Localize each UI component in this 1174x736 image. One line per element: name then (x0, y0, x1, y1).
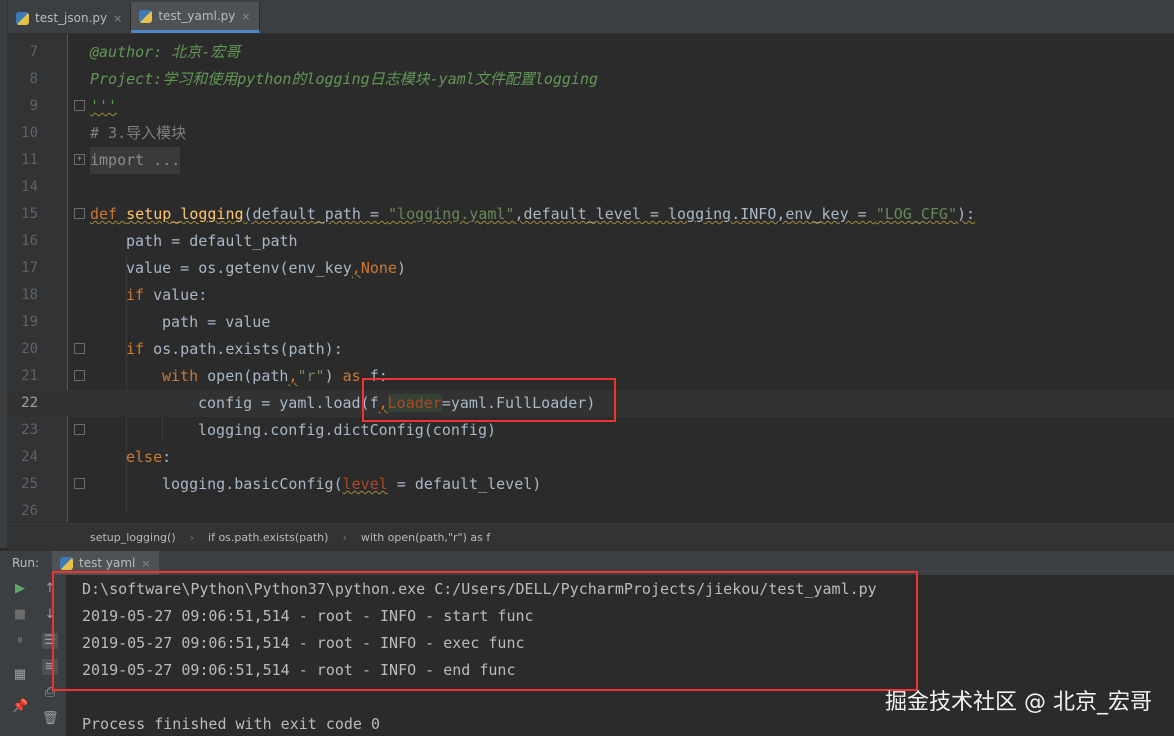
code-line[interactable]: 19 path = value (8, 309, 1174, 336)
code-text: Project:学习和使用python的logging日志模块-yaml文件配置… (90, 70, 599, 88)
fold-marker-icon[interactable] (74, 343, 85, 354)
code-text: else: (126, 448, 172, 466)
code-line[interactable]: 15 def setup_logging(default_path = "log… (8, 201, 1174, 228)
line-number: 19 (21, 314, 38, 330)
code-text: if os.path.exists(path): (126, 340, 343, 358)
line-number: 11 (21, 152, 38, 168)
code-line[interactable]: 10 # 3.导入模块 (8, 120, 1174, 147)
console-line: Process finished with exit code 0 (82, 715, 381, 733)
fold-marker-icon[interactable] (74, 424, 85, 435)
code-line[interactable]: 20 if os.path.exists(path): (8, 336, 1174, 363)
fold-marker-icon[interactable] (74, 370, 85, 381)
line-number: 16 (21, 233, 38, 249)
pycharm-window: test_json.py × test_yaml.py × 7 @author:… (0, 0, 1174, 736)
code-text: path = default_path (126, 232, 298, 250)
code-line[interactable]: 8 Project:学习和使用python的logging日志模块-yaml文件… (8, 66, 1174, 93)
fold-marker-icon[interactable] (74, 100, 85, 111)
project-tool-strip[interactable] (0, 0, 8, 548)
code-line[interactable]: 9 ''' (8, 93, 1174, 120)
close-icon[interactable]: × (141, 557, 150, 570)
code-line[interactable]: 11 + import ... (8, 147, 1174, 174)
code-text: ''' (90, 97, 118, 115)
code-text: logging.basicConfig(level = default_leve… (162, 475, 542, 493)
run-tab-label: test yaml (79, 556, 136, 570)
line-number: 21 (21, 368, 38, 384)
breadcrumb-item[interactable]: if os.path.exists(path) (208, 531, 328, 544)
line-number: 7 (29, 44, 38, 60)
highlight-box-loader (362, 378, 616, 422)
code-line[interactable]: 18 if value: (8, 282, 1174, 309)
code-text: # 3.导入模块 (90, 124, 187, 142)
code-line[interactable]: 25 logging.basicConfig(level = default_l… (8, 471, 1174, 498)
chevron-right-icon: › (342, 530, 347, 544)
line-number: 15 (21, 206, 38, 222)
code-text: def setup_logging(default_path = "loggin… (90, 205, 976, 223)
tab-test-yaml[interactable]: test_yaml.py × (131, 2, 260, 33)
code-text: path = value (162, 313, 271, 331)
editor-tab-bar: test_json.py × test_yaml.py × (8, 0, 1174, 34)
watermark: 掘金技术社区 @ 北京_宏哥 (885, 690, 1152, 715)
line-number: 23 (21, 422, 38, 438)
pin-icon[interactable]: 📌 (12, 699, 28, 715)
line-number: 18 (21, 287, 38, 303)
close-icon[interactable]: × (241, 10, 250, 23)
code-line[interactable]: 24 else: (8, 444, 1174, 471)
breadcrumb-item[interactable]: with open(path,"r") as f (361, 531, 490, 544)
code-line[interactable]: 16 path = default_path (8, 228, 1174, 255)
line-number: 14 (21, 179, 38, 195)
line-number: 20 (21, 341, 38, 357)
line-number: 24 (21, 449, 38, 465)
stop-icon[interactable]: ■ (12, 607, 28, 623)
pause-icon[interactable]: ⏸ (12, 633, 28, 649)
code-text: value = os.getenv(env_key,None) (126, 259, 406, 277)
python-file-icon (16, 11, 29, 25)
code-text: @author: 北京-宏哥 (90, 43, 241, 61)
line-number: 22 (21, 395, 38, 411)
highlight-box-output (52, 571, 918, 691)
line-number: 10 (21, 125, 38, 141)
line-number: 26 (21, 503, 38, 519)
tab-label: test_json.py (35, 11, 108, 25)
chevron-right-icon: › (189, 530, 195, 544)
code-text: with open(path,"r") as f: (162, 367, 388, 385)
code-line[interactable]: 14 (8, 174, 1174, 201)
code-line[interactable]: 7 @author: 北京-宏哥 (8, 39, 1174, 66)
code-text: if value: (126, 286, 208, 304)
layout-icon[interactable]: ▦ (12, 667, 28, 683)
python-file-icon (139, 9, 153, 23)
folded-imports[interactable]: import ... (90, 147, 181, 174)
line-number: 17 (21, 260, 38, 276)
trash-icon[interactable]: 🗑 (42, 711, 59, 727)
python-file-icon (60, 556, 73, 570)
breadcrumb: setup_logging() › if os.path.exists(path… (8, 523, 1174, 550)
breadcrumb-item[interactable]: setup_logging() (90, 531, 176, 544)
fold-marker-icon[interactable] (74, 478, 85, 489)
tab-label: test_yaml.py (158, 9, 236, 23)
code-line[interactable]: 17 value = os.getenv(env_key,None) (8, 255, 1174, 282)
run-icon[interactable]: ▶ (12, 581, 28, 597)
expand-fold-icon[interactable]: + (74, 154, 85, 165)
close-icon[interactable]: × (113, 12, 122, 25)
run-label: Run: (12, 556, 40, 570)
line-number: 9 (29, 98, 38, 114)
code-line[interactable]: 26 (8, 498, 1174, 525)
line-number: 8 (29, 71, 38, 87)
tab-test-json[interactable]: test_json.py × (8, 3, 132, 33)
line-number: 25 (21, 476, 38, 492)
fold-marker-icon[interactable] (74, 208, 85, 219)
